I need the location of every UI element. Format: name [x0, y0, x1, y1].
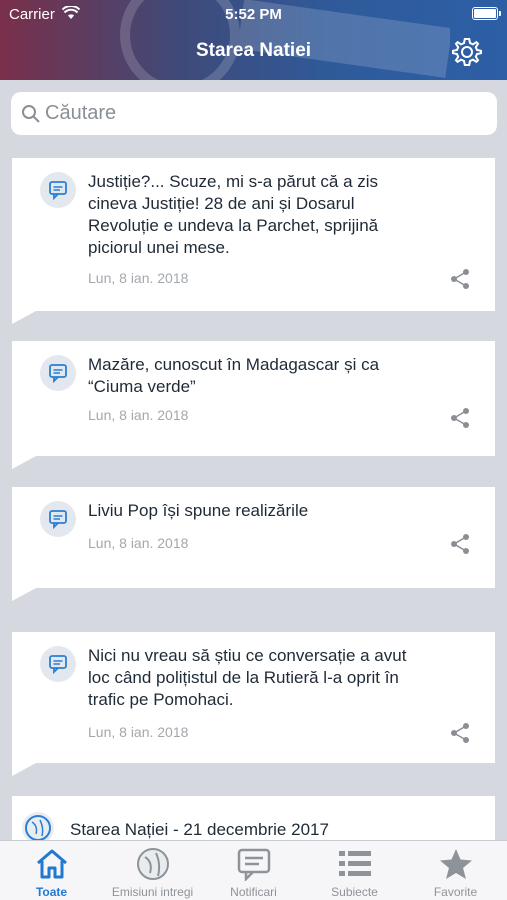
globe-icon [22, 812, 54, 840]
item-date: Lun, 8 ian. 2018 [88, 724, 189, 740]
tab-label: Subiecte [331, 885, 378, 899]
tab-label: Toate [35, 885, 68, 899]
search-icon [22, 105, 40, 123]
page-title: Starea Natiei [195, 40, 312, 61]
status-bar: Carrier 5:52 PM [0, 4, 507, 24]
tab-label: Notificari [230, 885, 277, 899]
episode-title[interactable]: Starea Nației - 21 decembrie 2017 [70, 820, 329, 840]
search-input[interactable] [45, 98, 485, 128]
list-item[interactable]: Liviu Pop își spune realizările Lun, 8 i… [12, 487, 495, 601]
home-icon [37, 849, 67, 879]
share-icon[interactable] [449, 407, 471, 429]
star-icon [440, 849, 472, 879]
nav-header: Carrier 5:52 PM Starea Natiei [0, 0, 507, 80]
tab-label: Emisiuni intregi [111, 885, 194, 899]
share-icon[interactable] [449, 722, 471, 744]
list-icon [339, 851, 371, 876]
tab-subiecte[interactable]: Subiecte [304, 841, 405, 900]
item-date: Lun, 8 ian. 2018 [88, 535, 189, 551]
search-field[interactable] [11, 92, 497, 135]
item-title[interactable]: Nici nu vreau să știu ce conversație a a… [88, 645, 428, 711]
share-icon[interactable] [449, 268, 471, 290]
episode-item[interactable]: Starea Nației - 21 decembrie 2017 [12, 796, 495, 840]
tab-favorite[interactable]: Favorite [405, 841, 506, 900]
tab-emisiuni[interactable]: Emisiuni intregi [102, 841, 203, 900]
message-icon [40, 172, 76, 208]
tab-toate[interactable]: Toate [1, 841, 102, 900]
share-icon[interactable] [449, 533, 471, 555]
message-icon [237, 848, 271, 881]
item-title[interactable]: Justiție?... Scuze, mi s-a părut că a zi… [88, 171, 428, 259]
item-date: Lun, 8 ian. 2018 [88, 270, 189, 286]
item-date: Lun, 8 ian. 2018 [88, 407, 189, 423]
item-title[interactable]: Mazăre, cunoscut în Madagascar și ca “Ci… [88, 354, 428, 398]
tab-notificari[interactable]: Notificari [203, 841, 304, 900]
list-item[interactable]: Nici nu vreau să știu ce conversație a a… [12, 632, 495, 776]
list-item[interactable]: Justiție?... Scuze, mi s-a părut că a zi… [12, 158, 495, 324]
battery-icon [472, 7, 501, 20]
message-icon [40, 355, 76, 391]
message-icon [40, 646, 76, 682]
feed-list[interactable]: Justiție?... Scuze, mi s-a părut că a zi… [0, 146, 507, 840]
search-bar-container [0, 80, 507, 146]
gear-icon[interactable] [451, 36, 483, 68]
tab-label: Favorite [433, 885, 478, 899]
tab-bar: Toate Emisiuni intregi Notificari Subiec… [0, 840, 507, 900]
item-title[interactable]: Liviu Pop își spune realizările [88, 500, 428, 522]
status-time: 5:52 PM [225, 6, 282, 23]
message-icon [40, 501, 76, 537]
globe-icon [137, 848, 169, 880]
list-item[interactable]: Mazăre, cunoscut în Madagascar și ca “Ci… [12, 341, 495, 469]
